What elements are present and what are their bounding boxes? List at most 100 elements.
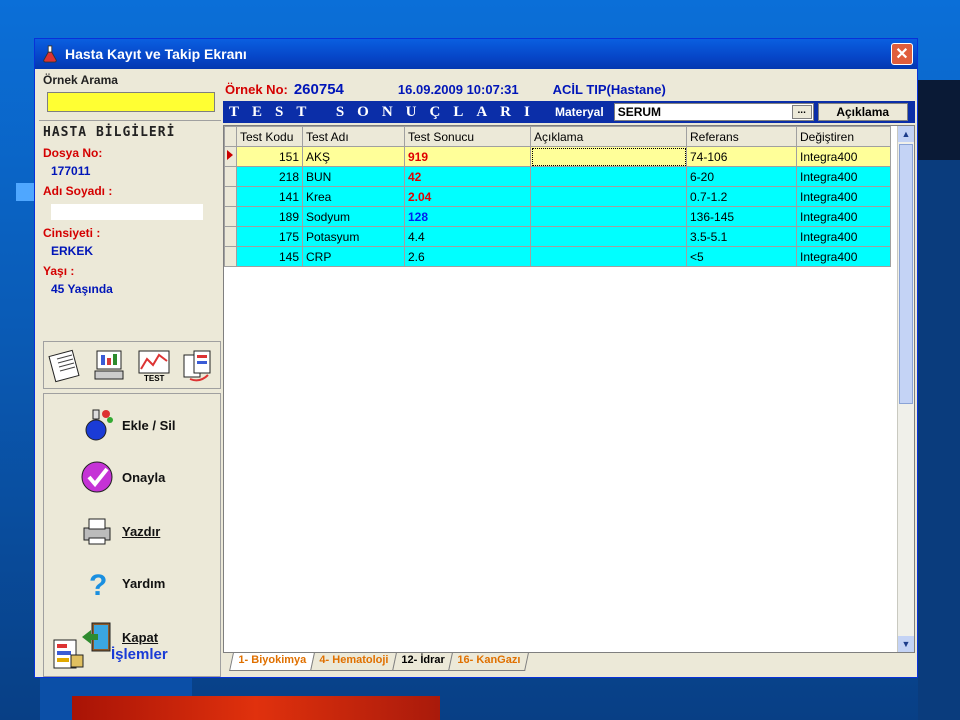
printer-icon (83, 518, 111, 545)
test-reference[interactable]: 3.5-5.1 (686, 226, 797, 247)
material-browse-button[interactable]: ... (791, 105, 812, 119)
test-description[interactable] (530, 186, 687, 207)
svg-text:?: ? (89, 569, 107, 600)
material-field[interactable]: SERUM ... (613, 103, 814, 121)
test-result[interactable]: 2.04 (404, 186, 531, 207)
computer-icon[interactable] (92, 347, 128, 383)
test-name[interactable]: CRP (302, 246, 405, 267)
operations-button[interactable]: İşlemler (51, 637, 168, 671)
test-name[interactable]: Potasyum (302, 226, 405, 247)
row-pointer-icon (224, 146, 237, 167)
help-button[interactable]: ? Yardım (80, 566, 165, 600)
background-square (16, 183, 34, 201)
description-button[interactable]: Açıklama (817, 103, 908, 121)
test-result[interactable]: 42 (404, 166, 531, 187)
gender-value: ERKEK (51, 244, 94, 258)
patient-info-title: HASTA BİLGİLERİ (43, 125, 176, 140)
row-indicator (224, 226, 237, 247)
test-reference[interactable]: 0.7-1.2 (686, 186, 797, 207)
test-description[interactable] (530, 226, 687, 247)
col-test-name[interactable]: Test Adı (302, 126, 405, 147)
table-row[interactable]: 175 Potasyum 4.4 3.5-5.1 Integra400 (224, 226, 891, 247)
test-code[interactable]: 189 (236, 206, 303, 227)
svg-text:TEST: TEST (144, 374, 165, 383)
test-name[interactable]: BUN (302, 166, 405, 187)
tab-label: 4- Hematoloji (319, 654, 389, 666)
table-row[interactable]: 141 Krea 2.04 0.7-1.2 Integra400 (224, 186, 891, 207)
test-code[interactable]: 151 (236, 146, 303, 167)
test-chart-icon[interactable]: TEST (136, 347, 172, 383)
add-remove-label: Ekle / Sil (122, 417, 176, 433)
test-reference[interactable]: 74-106 (686, 146, 797, 167)
test-result[interactable]: 4.4 (404, 226, 531, 247)
test-description[interactable] (530, 146, 687, 167)
test-name[interactable]: Sodyum (302, 206, 405, 227)
test-result[interactable]: 128 (404, 206, 531, 227)
search-input[interactable] (47, 92, 215, 112)
test-changed-by[interactable]: Integra400 (796, 246, 891, 267)
scroll-up-icon[interactable]: ▲ (898, 126, 914, 142)
col-test-result[interactable]: Test Sonucu (404, 126, 531, 147)
test-result[interactable]: 919 (404, 146, 531, 167)
tab-label: 16- KanGazı (457, 654, 521, 666)
test-code[interactable]: 145 (236, 246, 303, 267)
copy-report-icon[interactable] (180, 347, 216, 383)
material-label: Materyal (555, 105, 604, 119)
question-icon: ? (89, 569, 107, 600)
test-description[interactable] (530, 166, 687, 187)
tab-hematoloji[interactable]: 4- Hematoloji (309, 653, 397, 671)
check-icon (81, 461, 113, 493)
test-code[interactable]: 175 (236, 226, 303, 247)
scroll-thumb[interactable] (899, 144, 913, 404)
col-test-code[interactable]: Test Kodu (236, 126, 303, 147)
test-code[interactable]: 218 (236, 166, 303, 187)
name-label: Adı Soyadı : (43, 184, 113, 198)
test-reference[interactable]: 136-145 (686, 206, 797, 227)
name-value-redacted (51, 204, 203, 220)
tab-kangazi[interactable]: 16- KanGazı (448, 653, 530, 671)
results-title: TEST SONUÇLARI (229, 103, 543, 120)
add-remove-button[interactable]: Ekle / Sil (80, 408, 175, 442)
vertical-scrollbar[interactable]: ▲ ▼ (897, 126, 914, 652)
close-button[interactable]: ✕ (891, 43, 913, 65)
test-result[interactable]: 2.6 (404, 246, 531, 267)
test-reference[interactable]: 6-20 (686, 166, 797, 187)
test-changed-by[interactable]: Integra400 (796, 186, 891, 207)
test-description[interactable] (530, 206, 687, 227)
toolbar-icons: TEST (43, 341, 221, 389)
scroll-down-icon[interactable]: ▼ (898, 636, 914, 652)
tab-biyokimya[interactable]: 1- Biyokimya (229, 653, 315, 671)
table-row[interactable]: 189 Sodyum 128 136-145 Integra400 (224, 206, 891, 227)
table-row[interactable]: 145 CRP 2.6 <5 Integra400 (224, 246, 891, 267)
operations-icon (53, 639, 84, 669)
test-changed-by[interactable]: Integra400 (796, 146, 891, 167)
test-name[interactable]: AKŞ (302, 146, 405, 167)
title-bar[interactable]: Hasta Kayıt ve Takip Ekranı ✕ (35, 39, 917, 69)
test-description[interactable] (530, 246, 687, 267)
approve-button[interactable]: Onayla (80, 460, 165, 494)
test-reference[interactable]: <5 (686, 246, 797, 267)
col-reference[interactable]: Referans (686, 126, 797, 147)
row-indicator-header (224, 126, 237, 147)
test-name[interactable]: Krea (302, 186, 405, 207)
window-title: Hasta Kayıt ve Takip Ekranı (65, 46, 247, 62)
col-description[interactable]: Açıklama (530, 126, 687, 147)
tab-idrar[interactable]: 12- İdrar (392, 653, 454, 671)
test-changed-by[interactable]: Integra400 (796, 226, 891, 247)
print-button[interactable]: Yazdır (80, 514, 160, 548)
age-label: Yaşı : (43, 264, 75, 278)
table-row[interactable]: 151 AKŞ 919 74-106 Integra400 (224, 146, 891, 167)
row-indicator (224, 246, 237, 267)
col-changed-by[interactable]: Değiştiren (796, 126, 891, 147)
sample-no-value: 260754 (293, 80, 344, 98)
test-changed-by[interactable]: Integra400 (796, 166, 891, 187)
operations-label: İşlemler (111, 645, 168, 663)
table-row[interactable]: 218 BUN 42 6-20 Integra400 (224, 166, 891, 187)
newspaper-icon[interactable] (48, 347, 84, 383)
test-code[interactable]: 141 (236, 186, 303, 207)
background-block (918, 80, 960, 160)
test-changed-by[interactable]: Integra400 (796, 206, 891, 227)
help-label: Yardım (122, 575, 166, 591)
background-block (918, 160, 960, 720)
approve-label: Onayla (122, 469, 166, 485)
